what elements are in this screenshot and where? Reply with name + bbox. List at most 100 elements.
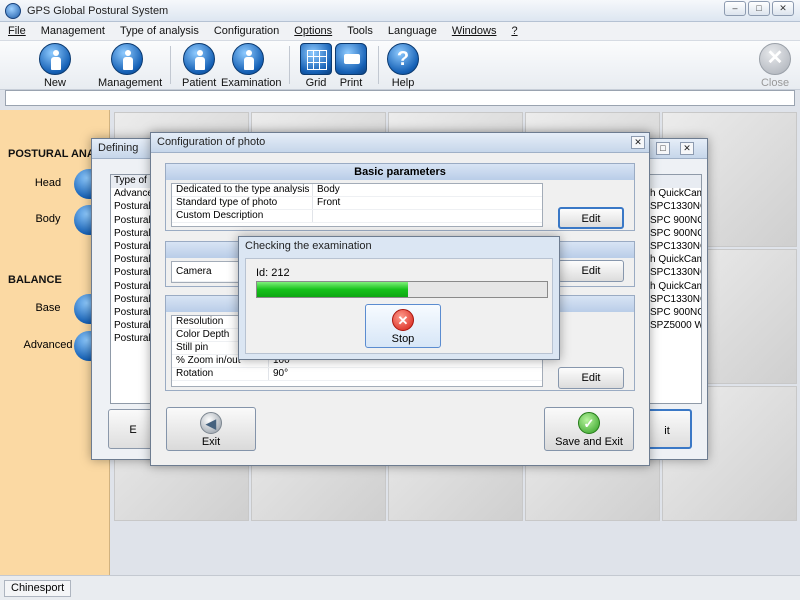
camera-list[interactable]: h QuickCam SPC1330NC SPC 900NC SPC 900NC… (647, 174, 702, 404)
list-item[interactable]: SPC1330NC (648, 241, 701, 254)
grid-icon (300, 43, 332, 75)
base-label: Base (35, 302, 61, 314)
param-key: Dedicated to the type analysis (176, 184, 310, 195)
list-item[interactable]: SPC 900NC (648, 215, 701, 228)
list-item[interactable]: h QuickCam (648, 254, 701, 267)
basic-parameters-group: Basic parameters Dedicated to the type a… (165, 163, 635, 231)
defining-maximize-button[interactable]: □ (656, 142, 670, 155)
menu-help[interactable]: ? (511, 25, 517, 37)
list-item[interactable]: SPC1330NC (648, 294, 701, 307)
save-and-exit-button[interactable]: ✓ Save and Exit (544, 407, 634, 451)
list-item[interactable]: h QuickCam (648, 281, 701, 294)
examination-label: Examination (221, 77, 282, 89)
help-button[interactable]: ? Help (386, 43, 420, 89)
info-strip (5, 90, 795, 106)
app-logo-icon (5, 2, 21, 19)
basic-edit-button[interactable]: Edit (558, 207, 624, 229)
table-row: Rotation 90° (172, 368, 542, 381)
list-item[interactable]: h QuickCam (648, 188, 701, 201)
menu-file[interactable]: File (8, 25, 26, 37)
patient-icon (183, 43, 215, 75)
stop-button[interactable]: ✕ Stop (365, 304, 441, 348)
checking-dialog-title: Checking the examination (245, 240, 372, 252)
progress-bar (256, 281, 548, 298)
print-icon (335, 43, 367, 75)
list-item[interactable]: SPC 900NC (648, 307, 701, 320)
param-value (312, 210, 542, 222)
camera-edit-button[interactable]: Edit (558, 260, 624, 282)
list-item[interactable]: SPC1330NC (648, 201, 701, 214)
balance-title: BALANCE (8, 274, 62, 286)
checking-dialog: Checking the examination Id: 212 ✕ Stop (238, 236, 560, 360)
examination-button[interactable]: Examination (221, 43, 282, 89)
menu-windows[interactable]: Windows (452, 25, 497, 37)
menu-bar: File Management Type of analysis Configu… (0, 22, 800, 41)
app-titlebar: GPS Global Postural System – □ ✕ (0, 0, 800, 22)
param-key: Rotation (176, 368, 214, 379)
defining-window-title: Defining (98, 142, 139, 154)
patient-label: Patient (182, 77, 217, 89)
checking-dialog-body: Id: 212 ✕ Stop (245, 258, 553, 354)
close-label: Close (760, 77, 790, 89)
menu-tools[interactable]: Tools (347, 25, 373, 37)
defining-close-button[interactable]: ✕ (680, 142, 694, 155)
menu-configuration[interactable]: Configuration (214, 25, 279, 37)
print-button[interactable]: Print (334, 43, 368, 89)
basic-parameters-header: Basic parameters (166, 164, 634, 180)
advanced-label: Advanced (23, 339, 73, 351)
menu-language[interactable]: Language (388, 25, 437, 37)
param-value: Front (312, 197, 542, 209)
menu-management[interactable]: Management (41, 25, 105, 37)
list-item[interactable]: SPC 900NC (648, 228, 701, 241)
stop-label: Stop (391, 333, 415, 345)
configuration-title: Configuration of photo (157, 136, 266, 148)
grid-label: Grid (305, 77, 327, 89)
examination-id: Id: 212 (256, 267, 290, 279)
management-icon (111, 43, 143, 75)
company-status: Chinesport (4, 580, 72, 597)
help-label: Help (391, 77, 415, 89)
help-icon: ? (387, 43, 419, 75)
print-label: Print (339, 77, 363, 89)
progress-fill (257, 282, 408, 297)
close-icon: ✕ (759, 43, 791, 75)
menu-type-of-analysis[interactable]: Type of analysis (120, 25, 199, 37)
body-label: Body (35, 213, 61, 225)
table-row: Custom Description (172, 210, 542, 223)
back-arrow-icon: ◀ (200, 412, 222, 434)
configuration-titlebar: Configuration of photo ✕ (151, 133, 649, 153)
management-button[interactable]: Management (98, 43, 162, 89)
checkmark-icon: ✓ (578, 412, 600, 434)
toolbar: New examination Management Patient Exami… (0, 41, 800, 101)
exit-button[interactable]: ◀ Exit (166, 407, 256, 451)
list-header (648, 175, 701, 189)
configuration-close-button[interactable]: ✕ (631, 136, 645, 149)
param-value: 90° (268, 368, 498, 380)
close-app-button[interactable]: ✕ Close (758, 43, 792, 89)
table-row: Dedicated to the type analysis Body (172, 184, 542, 197)
new-examination-icon (39, 43, 71, 75)
param-value: Body (312, 184, 542, 196)
menu-options[interactable]: Options (294, 25, 332, 37)
app-title: GPS Global Postural System (27, 4, 169, 17)
param-key: Standard type of photo (176, 197, 278, 208)
list-item[interactable]: SPZ5000 W (648, 320, 701, 333)
examination-icon (232, 43, 264, 75)
save-and-exit-label: Save and Exit (555, 436, 623, 448)
basic-parameters-table: Dedicated to the type analysis Body Stan… (171, 183, 543, 227)
table-row: Standard type of photo Front (172, 197, 542, 210)
toolbar-separator (378, 46, 379, 84)
toolbar-separator (170, 46, 171, 84)
toolbar-separator (289, 46, 290, 84)
minimize-button[interactable]: – (724, 1, 746, 16)
patient-button[interactable]: Patient (182, 43, 216, 89)
list-item[interactable]: SPC1330NC (648, 267, 701, 280)
head-label: Head (34, 177, 62, 189)
param-key: Custom Description (176, 210, 264, 221)
grid-button[interactable]: Grid (299, 43, 333, 89)
status-bar: Chinesport (0, 575, 800, 600)
stop-icon: ✕ (392, 309, 414, 331)
image-edit-button[interactable]: Edit (558, 367, 624, 389)
close-window-button[interactable]: ✕ (772, 1, 794, 16)
maximize-button[interactable]: □ (748, 1, 770, 16)
